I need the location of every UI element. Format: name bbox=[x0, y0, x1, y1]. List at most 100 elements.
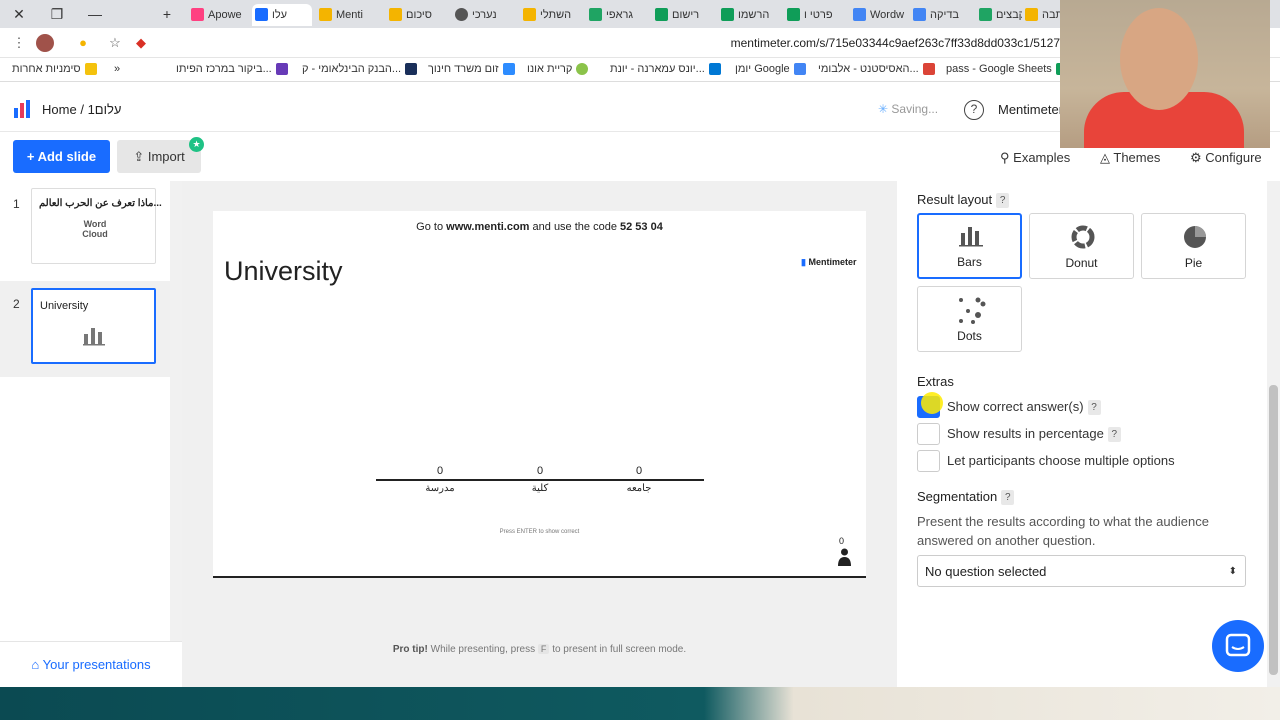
your-presentations-link[interactable]: ⌂ Your presentations bbox=[0, 641, 182, 687]
select-arrows-icon: ⬍ bbox=[1228, 566, 1237, 577]
new-tab-icon[interactable]: + bbox=[156, 4, 178, 24]
browser-tab-active[interactable]: עלו bbox=[252, 4, 312, 26]
browser-tab[interactable]: רישום bbox=[652, 4, 714, 26]
themes-button[interactable]: ◬ Themes bbox=[1100, 150, 1160, 166]
tab-favicon-icon bbox=[455, 8, 468, 21]
bookmark-item[interactable]: יומן Google bbox=[735, 63, 806, 75]
bookmark-item[interactable]: ביקור במרכז הפיתו... bbox=[176, 63, 288, 75]
pro-tip: Pro tip! While presenting, press F to pr… bbox=[392, 644, 687, 655]
upload-icon: ⇪ bbox=[133, 149, 145, 164]
browser-tab[interactable]: בדיקה bbox=[910, 4, 972, 26]
sidebar-scrollbar[interactable] bbox=[170, 181, 182, 641]
multiple-options-checkbox[interactable] bbox=[917, 450, 940, 472]
bookmark-item[interactable]: יונס עמארנה - יונת... bbox=[610, 63, 721, 75]
mentimeter-mini-icon: ▮ bbox=[801, 257, 806, 267]
layout-donut-option[interactable]: Donut bbox=[1029, 213, 1134, 279]
bookmark-folder[interactable]: סימניות אחרות bbox=[12, 63, 97, 75]
gear-icon: ⚙ bbox=[1190, 150, 1202, 165]
person-icon bbox=[838, 548, 851, 566]
segmentation-select[interactable]: No question selected ⬍ bbox=[917, 555, 1246, 587]
chat-icon bbox=[1225, 633, 1251, 657]
examples-button[interactable]: ⚲ Examples bbox=[1000, 150, 1070, 166]
browser-tab[interactable]: הכתבה bbox=[1022, 4, 1064, 26]
slide-preview[interactable]: Go to www.menti.com and use the code 52 … bbox=[213, 211, 866, 578]
panel-scrollbar-thumb[interactable] bbox=[1269, 385, 1278, 675]
close-window-icon[interactable]: ✕ bbox=[8, 4, 30, 24]
chart-value-label: 0 bbox=[436, 465, 444, 477]
folder-icon bbox=[84, 63, 97, 75]
browser-tab[interactable]: הרשמו bbox=[718, 4, 780, 26]
browser-tab[interactable]: Wordw bbox=[850, 4, 908, 26]
bookmark-icon bbox=[405, 63, 418, 75]
tab-favicon-icon bbox=[523, 8, 536, 21]
mentimeter-logo-icon[interactable] bbox=[14, 100, 34, 118]
slide-thumbnail[interactable]: ماذا تعرف عن الحرب العالم... Word Cloud bbox=[31, 188, 162, 264]
tab-favicon-icon bbox=[389, 8, 402, 21]
presentation-name[interactable]: עלום1 bbox=[88, 102, 122, 117]
browser-tab[interactable]: השתלי bbox=[520, 4, 582, 26]
word-cloud-thumb: Word Cloud bbox=[82, 219, 108, 239]
minimize-window-icon[interactable]: — bbox=[84, 4, 106, 24]
browser-tab[interactable]: נערכי bbox=[452, 4, 516, 26]
slide-list-item[interactable]: 1 ماذا تعرف عن الحرب العالم... Word Clou… bbox=[0, 181, 170, 277]
slide-thumbnail[interactable]: University bbox=[31, 288, 156, 364]
bookmark-item[interactable]: קריית אונו bbox=[527, 63, 589, 75]
add-slide-button[interactable]: + Add slide bbox=[13, 140, 110, 173]
browser-tab[interactable]: סיכום bbox=[386, 4, 448, 26]
chart-category-label: كلية bbox=[531, 483, 549, 494]
tab-favicon-icon bbox=[319, 8, 332, 21]
result-layout-label: Result layout? bbox=[917, 192, 1010, 209]
layout-pie-option[interactable]: Pie bbox=[1141, 213, 1246, 279]
profile-avatar[interactable] bbox=[36, 34, 54, 52]
bookmark-item[interactable]: pass - Google Sheets bbox=[946, 63, 1068, 75]
chart-category-label: مدرسة bbox=[425, 483, 455, 494]
droplet-icon: ◬ bbox=[1100, 150, 1110, 165]
browser-tab[interactable]: Apowe bbox=[188, 4, 248, 26]
url-text[interactable]: mentimeter.com/s/715e03344c9aef263c7ff33… bbox=[731, 36, 1060, 50]
bookmarks-more[interactable]: » bbox=[114, 63, 120, 75]
tab-favicon-icon bbox=[589, 8, 602, 21]
breadcrumb-home[interactable]: Home bbox=[42, 102, 77, 117]
breadcrumb: Home / עלום1 bbox=[42, 102, 121, 117]
tab-favicon-icon bbox=[787, 8, 800, 21]
help-icon[interactable]: ? bbox=[964, 100, 984, 120]
bookmark-item[interactable]: זום משרד חינוך bbox=[428, 63, 515, 75]
desktop-background-strip bbox=[0, 687, 1280, 720]
extension-icon[interactable]: ● bbox=[74, 34, 92, 52]
browser-tab[interactable]: פרטי ו bbox=[784, 4, 846, 26]
tab-favicon-icon bbox=[255, 8, 268, 21]
chart-value-label: 0 bbox=[635, 465, 643, 477]
chat-support-button[interactable] bbox=[1212, 620, 1264, 672]
layout-bars-option[interactable]: Bars bbox=[917, 213, 1022, 279]
browser-tab[interactable]: גראפי bbox=[586, 4, 648, 26]
import-badge: ★ bbox=[189, 137, 204, 152]
slide-list-item-selected[interactable]: 2 University bbox=[0, 281, 170, 377]
show-percentage-checkbox[interactable] bbox=[917, 423, 940, 445]
lightbulb-icon: ⚲ bbox=[1000, 150, 1010, 165]
layout-dots-option[interactable]: Dots bbox=[917, 286, 1022, 352]
spinner-icon: ✳ bbox=[878, 102, 889, 116]
bookmark-item[interactable]: האסיסטנט - אלבומי... bbox=[818, 63, 935, 75]
bar-chart-icon bbox=[959, 227, 983, 247]
extension-puzzle-icon[interactable]: ◆ bbox=[132, 34, 150, 52]
join-instructions: Go to www.menti.com and use the code 52 … bbox=[416, 221, 663, 233]
slide-logo: ▮ Mentimeter bbox=[801, 257, 857, 267]
help-question-icon[interactable]: ? bbox=[1087, 400, 1101, 416]
browser-tab[interactable]: קבצים bbox=[976, 4, 1022, 26]
tab-favicon-icon bbox=[853, 8, 866, 21]
home-icon: ⌂ bbox=[31, 657, 40, 672]
help-question-icon[interactable]: ? bbox=[1107, 427, 1121, 443]
pie-chart-icon bbox=[1184, 226, 1206, 248]
menu-dots-icon[interactable]: ⋮ bbox=[10, 34, 28, 52]
bookmark-item[interactable]: הבנק הבינלאומי - ק... bbox=[302, 63, 418, 75]
help-question-icon[interactable]: ? bbox=[996, 193, 1010, 209]
bookmark-icon bbox=[793, 63, 806, 75]
account-brand[interactable]: Mentimeter bbox=[998, 102, 1063, 117]
press-enter-hint: Press ENTER to show correct bbox=[499, 529, 580, 535]
chart-value-label: 0 bbox=[536, 465, 544, 477]
restore-window-icon[interactable]: ❐ bbox=[46, 4, 68, 24]
configure-button[interactable]: ⚙ Configure bbox=[1190, 150, 1262, 166]
help-question-icon[interactable]: ? bbox=[1001, 490, 1015, 506]
browser-tab[interactable]: Menti bbox=[316, 4, 382, 26]
bookmark-star-icon[interactable]: ☆ bbox=[106, 34, 124, 52]
